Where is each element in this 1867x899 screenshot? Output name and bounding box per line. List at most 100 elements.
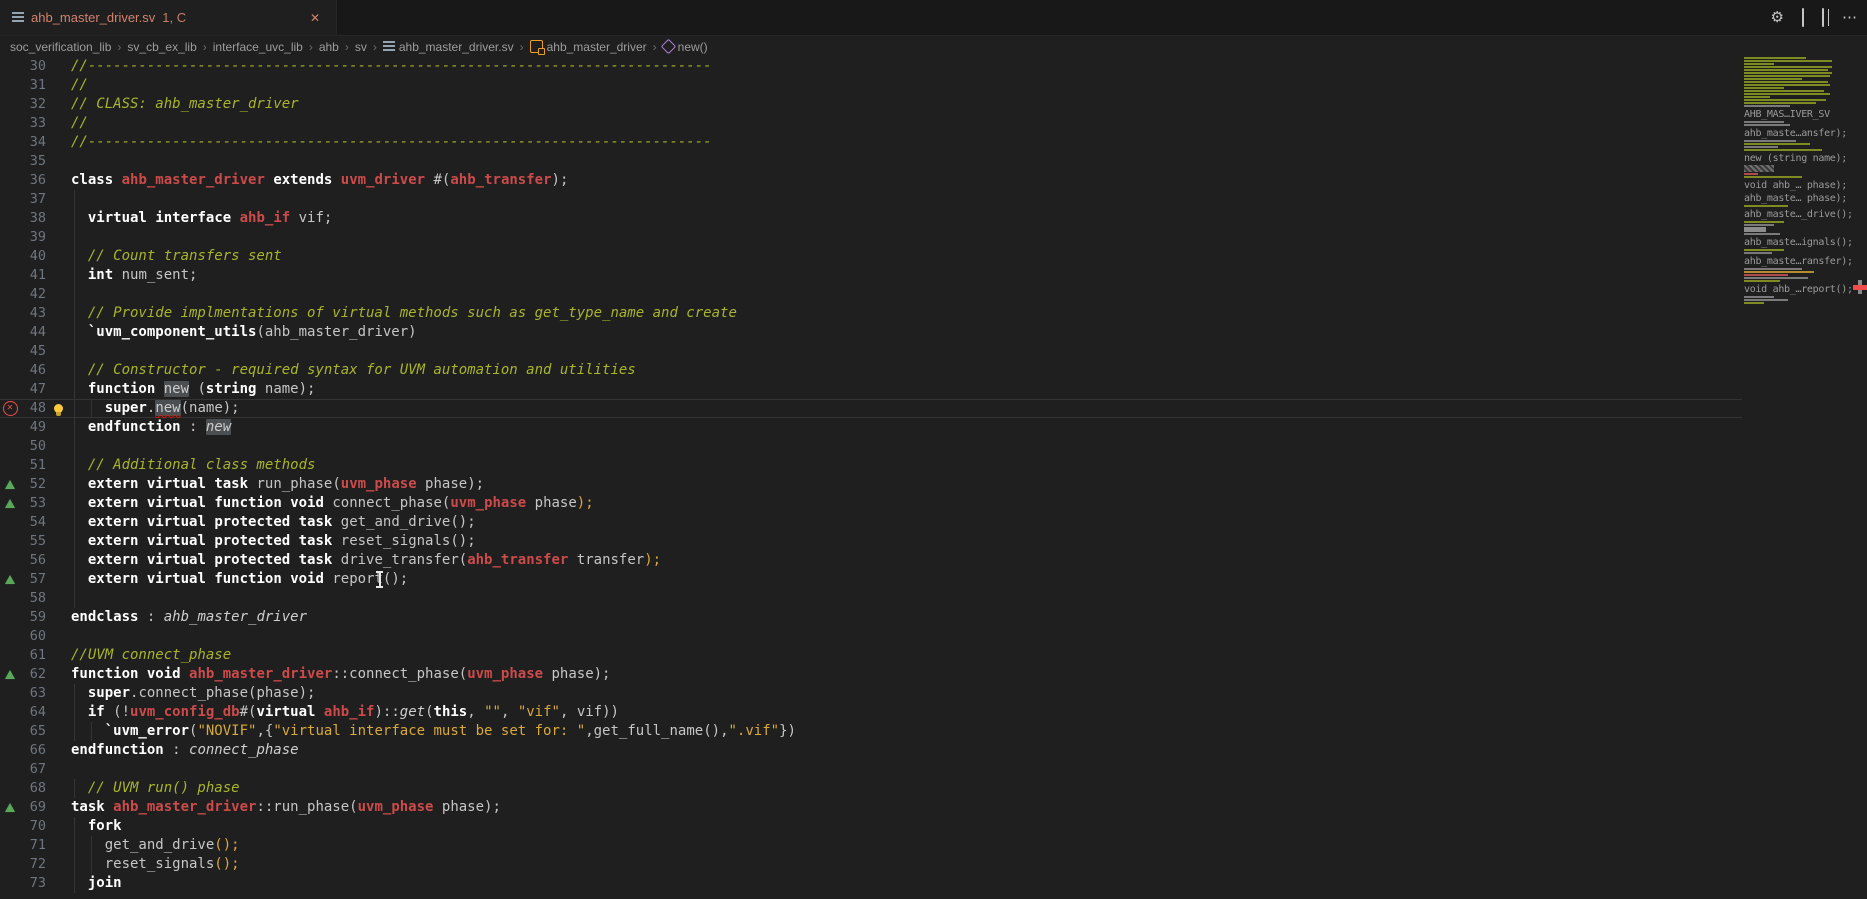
code-text[interactable]: int num_sent; bbox=[71, 266, 1742, 285]
code-line[interactable]: 40 // Count transfers sent bbox=[0, 247, 1742, 266]
minimap-symbol-label[interactable]: void ahb_… phase); bbox=[1742, 179, 1852, 192]
code-text[interactable]: extern virtual task run_phase(uvm_phase … bbox=[71, 475, 1742, 494]
code-line[interactable]: 72 reset_signals(); bbox=[0, 855, 1742, 874]
line-number[interactable]: 69 bbox=[20, 798, 46, 817]
minimap-symbol-label[interactable]: void ahb_…report(); bbox=[1742, 283, 1852, 296]
line-number[interactable]: 54 bbox=[20, 513, 46, 532]
code-line[interactable]: 51 // Additional class methods bbox=[0, 456, 1742, 475]
code-text[interactable]: // CLASS: ahb_master_driver bbox=[71, 95, 1742, 114]
code-text[interactable] bbox=[71, 342, 1742, 361]
code-line[interactable]: 39 bbox=[0, 228, 1742, 247]
line-number[interactable]: 31 bbox=[20, 76, 46, 95]
code-line[interactable]: 31// bbox=[0, 76, 1742, 95]
code-line[interactable]: 53 extern virtual function void connect_… bbox=[0, 494, 1742, 513]
tab-ahb-master-driver[interactable]: ahb_master_driver.sv 1, C ✕ bbox=[0, 0, 337, 35]
code-line[interactable]: 58 bbox=[0, 589, 1742, 608]
line-number[interactable]: 32 bbox=[20, 95, 46, 114]
code-line[interactable]: 36 class ahb_master_driver extends uvm_dr… bbox=[0, 171, 1742, 190]
code-text[interactable]: // Constructor - required syntax for UVM… bbox=[71, 361, 1742, 380]
line-number[interactable]: 33 bbox=[20, 114, 46, 133]
line-number[interactable]: 66 bbox=[20, 741, 46, 760]
code-line[interactable]: 59endclass : ahb_master_driver bbox=[0, 608, 1742, 627]
code-line[interactable]: 50 bbox=[0, 437, 1742, 456]
code-text[interactable] bbox=[71, 627, 1742, 646]
code-line[interactable]: 45 bbox=[0, 342, 1742, 361]
line-number[interactable]: 50 bbox=[20, 437, 46, 456]
code-line[interactable]: 38 virtual interface ahb_if vif; bbox=[0, 209, 1742, 228]
breadcrumb-item-new-[interactable]: new() bbox=[663, 40, 708, 54]
code-line[interactable]: 60 bbox=[0, 627, 1742, 646]
code-text[interactable]: function void ahb_master_driver::connect… bbox=[71, 665, 1742, 684]
line-number[interactable]: 35 bbox=[20, 152, 46, 171]
line-number[interactable]: 45 bbox=[20, 342, 46, 361]
line-number[interactable]: 60 bbox=[20, 627, 46, 646]
close-icon[interactable]: ✕ bbox=[306, 9, 324, 27]
code-text[interactable] bbox=[71, 285, 1742, 304]
line-number[interactable]: 40 bbox=[20, 247, 46, 266]
line-number[interactable]: 71 bbox=[20, 836, 46, 855]
code-line[interactable]: 37 bbox=[0, 190, 1742, 209]
code-line[interactable]: 63 super.connect_phase(phase); bbox=[0, 684, 1742, 703]
code-text[interactable]: // bbox=[71, 114, 1742, 133]
line-number[interactable]: 48 bbox=[20, 399, 46, 418]
code-line[interactable]: 47 function new (string name); bbox=[0, 380, 1742, 399]
minimap-symbol-label[interactable]: ahb_maste… phase); bbox=[1742, 192, 1852, 205]
code-line[interactable]: 33 // bbox=[0, 114, 1742, 133]
minimap-symbol-label[interactable]: new (string name); bbox=[1742, 152, 1852, 165]
line-number[interactable]: 55 bbox=[20, 532, 46, 551]
code-text[interactable]: class ahb_master_driver extends uvm_driv… bbox=[71, 171, 1742, 190]
code-text[interactable]: super.new(name); bbox=[71, 399, 1742, 418]
line-number[interactable]: 39 bbox=[20, 228, 46, 247]
code-line[interactable]: 68 // UVM run() phase bbox=[0, 779, 1742, 798]
code-text[interactable]: `uvm_error("NOVIF",{"virtual interface m… bbox=[71, 722, 1742, 741]
line-number[interactable]: 53 bbox=[20, 494, 46, 513]
code-line[interactable]: 42 bbox=[0, 285, 1742, 304]
line-number[interactable]: 52 bbox=[20, 475, 46, 494]
code-line[interactable]: 66 endfunction : connect_phase bbox=[0, 741, 1742, 760]
line-number[interactable]: 47 bbox=[20, 380, 46, 399]
code-line[interactable]: 73 join bbox=[0, 874, 1742, 893]
code-line[interactable]: 67 bbox=[0, 760, 1742, 779]
line-number[interactable]: 57 bbox=[20, 570, 46, 589]
line-number[interactable]: 34 bbox=[20, 133, 46, 152]
code-text[interactable]: extern virtual protected task get_and_dr… bbox=[71, 513, 1742, 532]
breadcrumb-item-interface-uvc-lib[interactable]: interface_uvc_lib bbox=[213, 40, 303, 54]
code-text[interactable]: join bbox=[71, 874, 1742, 893]
line-number[interactable]: 51 bbox=[20, 456, 46, 475]
minimap[interactable]: AHB_MAS…IVER_SVahb_maste…ansfer);new (st… bbox=[1742, 57, 1852, 899]
line-number[interactable]: 43 bbox=[20, 304, 46, 323]
code-line[interactable]: 62 function void ahb_master_driver::conne… bbox=[0, 665, 1742, 684]
line-number[interactable]: 58 bbox=[20, 589, 46, 608]
minimap-symbol-label[interactable]: ahb_maste…ransfer); bbox=[1742, 255, 1852, 268]
code-line[interactable]: 32 // CLASS: ahb_master_driver bbox=[0, 95, 1742, 114]
code-text[interactable] bbox=[71, 152, 1742, 171]
line-number[interactable]: 36 bbox=[20, 171, 46, 190]
line-number[interactable]: 46 bbox=[20, 361, 46, 380]
code-line[interactable]: 54 extern virtual protected task get_and… bbox=[0, 513, 1742, 532]
scrollbar-overview-ruler[interactable] bbox=[1852, 57, 1867, 899]
code-text[interactable]: //--------------------------------------… bbox=[71, 57, 1742, 76]
line-number[interactable]: 61 bbox=[20, 646, 46, 665]
code-text[interactable] bbox=[71, 437, 1742, 456]
code-line[interactable]: 57 extern virtual function void report()… bbox=[0, 570, 1742, 589]
code-text[interactable] bbox=[71, 589, 1742, 608]
minimap-symbol-label[interactable]: AHB_MAS…IVER_SV bbox=[1742, 108, 1852, 121]
line-number[interactable]: 67 bbox=[20, 760, 46, 779]
code-line[interactable]: 41 int num_sent; bbox=[0, 266, 1742, 285]
line-number[interactable]: 72 bbox=[20, 855, 46, 874]
code-text[interactable]: if (!uvm_config_db#(virtual ahb_if)::get… bbox=[71, 703, 1742, 722]
code-text[interactable]: endclass : ahb_master_driver bbox=[71, 608, 1742, 627]
line-number[interactable]: 62 bbox=[20, 665, 46, 684]
code-text[interactable]: endfunction : new bbox=[71, 418, 1742, 437]
code-text[interactable]: endfunction : connect_phase bbox=[71, 741, 1742, 760]
code-text[interactable]: // Provide implmentations of virtual met… bbox=[71, 304, 1742, 323]
line-number[interactable]: 44 bbox=[20, 323, 46, 342]
breadcrumb-item-ahb-master-driver[interactable]: ahb_master_driver bbox=[530, 40, 647, 54]
code-text[interactable]: //UVM connect_phase bbox=[71, 646, 1742, 665]
code-line[interactable]: 35 bbox=[0, 152, 1742, 171]
code-text[interactable]: extern virtual protected task drive_tran… bbox=[71, 551, 1742, 570]
code-text[interactable] bbox=[71, 190, 1742, 209]
code-line[interactable]: 69 task ahb_master_driver::run_phase(uvm_… bbox=[0, 798, 1742, 817]
split-editor-icon[interactable] bbox=[1822, 10, 1824, 25]
code-text[interactable]: task ahb_master_driver::run_phase(uvm_ph… bbox=[71, 798, 1742, 817]
